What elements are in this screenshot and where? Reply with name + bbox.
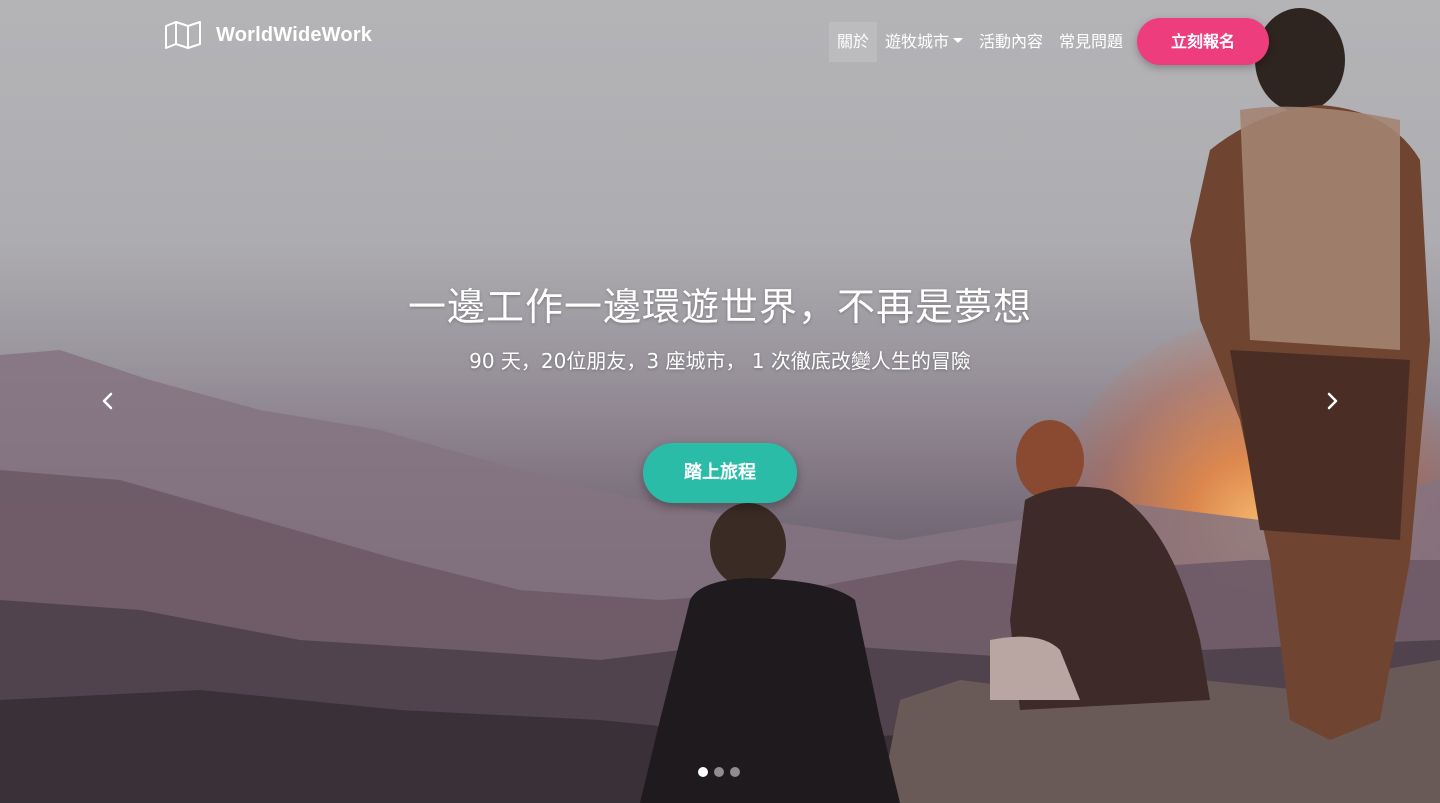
navbar: WorldWideWork 關於 遊牧城市 活動內容 常見問題 立刻報名 — [0, 0, 1440, 84]
chevron-right-icon — [1327, 392, 1338, 410]
caret-down-icon — [953, 38, 964, 43]
carousel-prev-button[interactable] — [93, 386, 123, 416]
nav-item-cities-label: 遊牧城市 — [885, 32, 950, 51]
brand-name: WorldWideWork — [216, 23, 373, 46]
nav-item-about[interactable]: 關於 — [829, 22, 878, 62]
carousel-indicators — [698, 767, 740, 777]
hero-background — [0, 0, 1440, 803]
map-icon — [165, 21, 201, 49]
mountain-scene — [0, 8, 1440, 803]
hero-headline: 一邊工作一邊環遊世界，不再是夢想 — [407, 285, 1032, 329]
start-journey-button[interactable]: 踏上旅程 — [643, 443, 797, 503]
nav-item-cities[interactable]: 遊牧城市 — [877, 22, 971, 62]
brand[interactable]: WorldWideWork — [164, 20, 372, 50]
carousel-next-button[interactable] — [1317, 386, 1347, 416]
chevron-left-icon — [102, 392, 113, 410]
nav-menu: 關於 遊牧城市 活動內容 常見問題 — [829, 22, 1131, 62]
hero-subline: 90 天，20位朋友，3 座城市， 1 次徹底改變人生的冒險 — [469, 349, 971, 373]
carousel-indicator[interactable] — [730, 767, 740, 777]
carousel-indicator[interactable] — [714, 767, 724, 777]
carousel-indicator[interactable] — [698, 767, 708, 777]
nav-item-faq[interactable]: 常見問題 — [1051, 22, 1131, 62]
signup-button[interactable]: 立刻報名 — [1137, 18, 1269, 65]
nav-item-activities[interactable]: 活動內容 — [971, 22, 1051, 62]
